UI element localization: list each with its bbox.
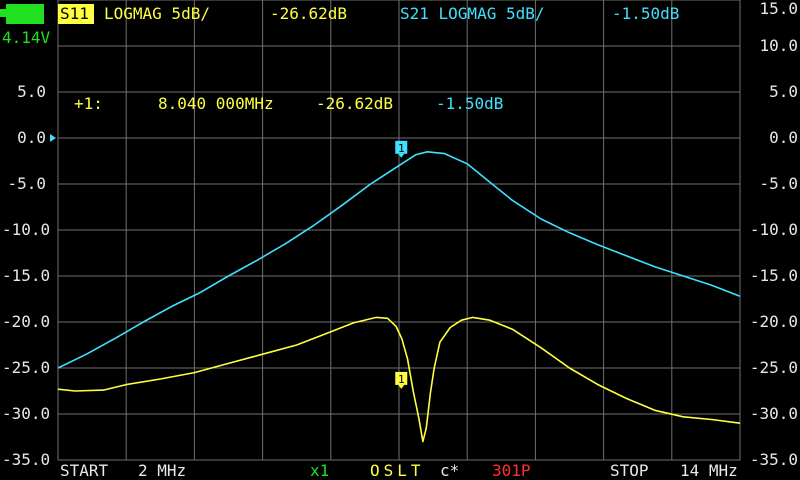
battery-voltage: 4.14V: [2, 28, 51, 47]
right-tick-label: -20.0: [749, 312, 798, 331]
right-tick-label: -25.0: [749, 358, 798, 377]
left-tick-label: -10.0: [2, 220, 51, 239]
marker-s11: 1: [395, 371, 408, 389]
zoom-indicator: x1: [310, 461, 330, 480]
left-tick-label: -15.0: [2, 266, 51, 285]
left-tick-label: -25.0: [2, 358, 51, 377]
marker-s21-value: -1.50dB: [436, 94, 504, 113]
stop-label[interactable]: STOP: [610, 462, 649, 480]
right-tick-label: -15.0: [749, 266, 798, 285]
marker-s21: 1: [395, 140, 408, 158]
stop-frequency[interactable]: 14 MHz: [680, 462, 738, 480]
left-tick-label: -35.0: [2, 450, 51, 469]
marker-number: 1: [398, 373, 405, 386]
s11-trace-value: -26.62dB: [270, 4, 348, 23]
s21-trace-header[interactable]: S21 LOGMAG 5dB/: [400, 5, 545, 23]
start-frequency[interactable]: 2 MHz: [138, 462, 186, 480]
marker-number: 1: [398, 142, 405, 155]
marker-label: +1:: [74, 94, 103, 113]
calibration-status[interactable]: OSLT: [370, 462, 425, 480]
sweep-points[interactable]: 301P: [492, 462, 531, 480]
left-tick-label: -30.0: [2, 404, 51, 423]
right-tick-label: 0.0: [769, 128, 798, 147]
left-tick-label: -20.0: [2, 312, 51, 331]
left-tick-label: -5.0: [7, 174, 46, 193]
nanovna-screen: 11 4.14V S11 LOGMAG 5dB/ -26.62dB S21 LO…: [0, 0, 800, 480]
battery-icon: [6, 4, 44, 24]
right-tick-label: -30.0: [749, 404, 798, 423]
calibration-flag: c*: [440, 461, 460, 480]
right-tick-label: -35.0: [749, 450, 798, 469]
right-tick-label: 15.0: [759, 0, 798, 18]
marker-s11-value: -26.62dB: [316, 94, 394, 113]
battery-tip-icon: [0, 9, 6, 17]
s11-badge-label: S11: [60, 4, 89, 23]
right-tick-label: 10.0: [759, 36, 798, 55]
right-tick-label: -10.0: [749, 220, 798, 239]
reference-level-icon: [50, 134, 56, 142]
plot-area[interactable]: 11: [0, 0, 800, 480]
start-label[interactable]: START: [60, 462, 108, 480]
s21-trace-value: -1.50dB: [612, 4, 680, 23]
right-tick-label: -5.0: [759, 174, 798, 193]
s11-trace-header[interactable]: LOGMAG 5dB/: [104, 5, 210, 23]
left-tick-label: 0.0: [17, 128, 46, 147]
right-tick-label: 5.0: [769, 82, 798, 101]
marker-frequency: 8.040 000MHz: [158, 94, 274, 113]
left-tick-label: 5.0: [17, 82, 46, 101]
